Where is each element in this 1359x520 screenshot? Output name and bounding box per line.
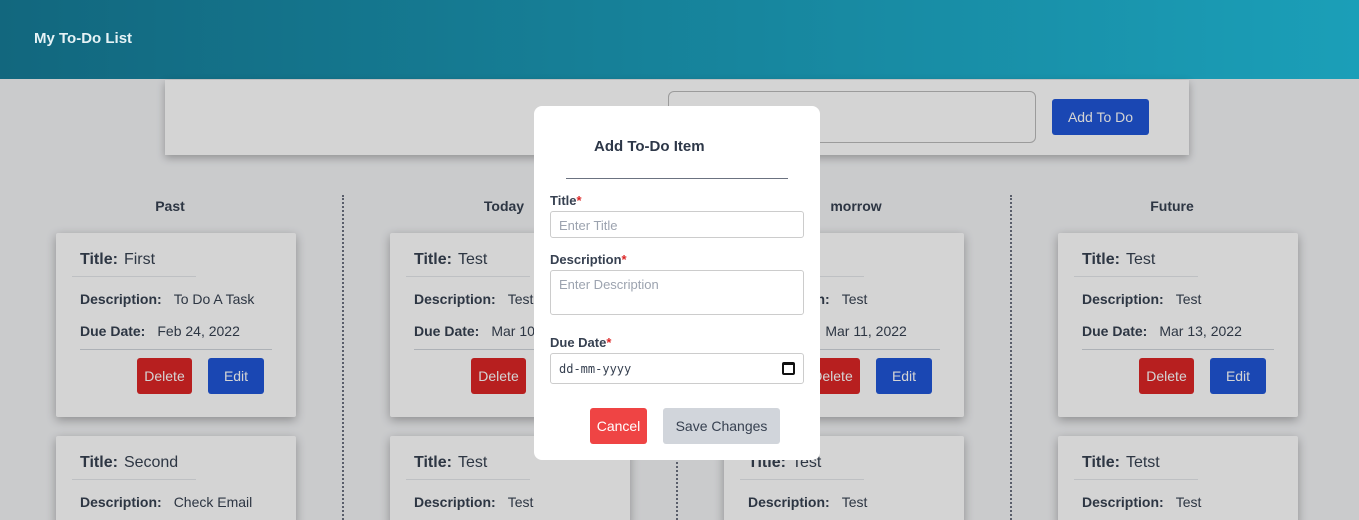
- cancel-button[interactable]: Cancel: [590, 408, 647, 444]
- due-date-value: dd-mm-yyyy: [559, 361, 632, 376]
- due-date-field-label: Due Date*: [550, 335, 612, 350]
- save-changes-button[interactable]: Save Changes: [663, 408, 780, 444]
- title-field-label: Title*: [550, 193, 582, 208]
- description-input[interactable]: Enter Description: [550, 270, 804, 315]
- add-todo-modal: Add To-Do Item Title* Enter Title Descri…: [534, 106, 820, 460]
- app-title: My To-Do List: [34, 30, 133, 47]
- modal-title: Add To-Do Item: [594, 138, 705, 155]
- title-input[interactable]: Enter Title: [550, 211, 804, 238]
- description-field-label: Description*: [550, 252, 627, 267]
- calendar-icon[interactable]: [782, 362, 795, 375]
- due-date-input[interactable]: dd-mm-yyyy: [550, 353, 804, 384]
- modal-divider: [566, 178, 788, 179]
- navbar: My To-Do List: [0, 0, 1359, 79]
